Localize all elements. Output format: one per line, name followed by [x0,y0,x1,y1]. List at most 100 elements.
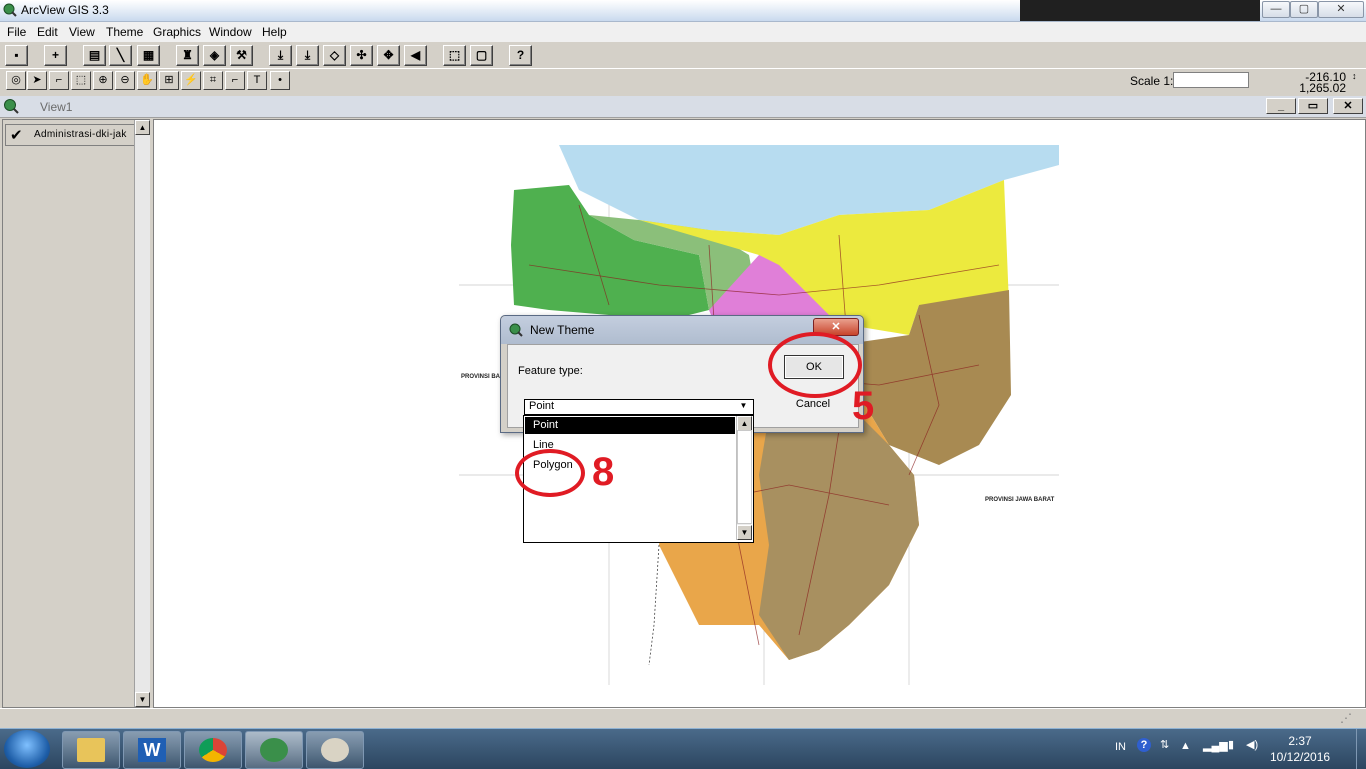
scroll-down-icon[interactable]: ▼ [135,692,150,707]
coordinate-y: 1,265.02 [1299,81,1346,95]
tray-arrows-icon[interactable]: ⇅ [1160,738,1169,751]
hot-link-icon[interactable]: ⚡ [181,71,201,90]
annotation-step-5: 5 [852,384,875,428]
menu-edit[interactable]: Edit [37,25,58,39]
dialog-arcview-icon [509,323,523,337]
show-hidden-icon[interactable]: ▲ [1180,740,1191,752]
view-minimize-button[interactable]: _ [1266,98,1296,114]
map-label-east: PROVINSI JAWA BARAT [985,497,1055,503]
dropdown-scrollbar[interactable]: ▲ ▼ [736,416,752,540]
annotation-ok-circle [768,332,862,398]
toc-scrollbar[interactable]: ▲ ▼ [134,120,150,707]
text-tool-icon[interactable]: T [247,71,267,90]
zoom-selected-icon[interactable]: ◇ [323,45,346,66]
taskbar: W IN ? ⇅ ▲ ▂▄▆ ▮ ◀) 2:37 10/12/2016 [0,728,1366,769]
chevron-down-icon[interactable]: ▼ [737,400,750,412]
help-icon[interactable]: ? [509,45,532,66]
menu-view[interactable]: View [69,25,95,39]
app-titlebar: ArcView GIS 3.3 — ▢ ✕ [0,0,1366,22]
view-close-button[interactable]: ✕ [1333,98,1363,114]
word-task[interactable]: W [123,731,181,769]
zoom-in-center-icon[interactable]: ✣ [350,45,373,66]
app-title: ArcView GIS 3.3 [21,3,109,17]
edit-legend-icon[interactable]: ╲ [109,45,132,66]
scroll-down-icon[interactable]: ▼ [737,525,752,540]
signal-icon[interactable]: ▂▄▆ [1203,739,1228,752]
scroll-up-icon[interactable]: ▲ [737,416,752,431]
boundary-line [648,544,660,666]
zoom-full-extent-icon[interactable]: ⤓ [269,45,292,66]
table-of-contents: ✔ Administrasi-dki-jak ▲ ▼ [2,119,150,708]
clear-selection-icon[interactable]: ▢ [470,45,493,66]
coord-arrows-icon: ↕ [1352,71,1357,81]
maximize-button[interactable]: ▢ [1290,1,1318,18]
scroll-thumb[interactable] [737,430,752,524]
locate-icon[interactable]: ◈ [203,45,226,66]
tool-bar: ◎ ➤ ⌐ ⬚ ⊕ ⊖ ✋ ⊞ ⚡ ⌗ ⌐ T • Scale 1: -216.… [0,69,1366,95]
menu-theme[interactable]: Theme [106,25,143,39]
label-icon[interactable]: ⌐ [225,71,245,90]
open-table-icon[interactable]: ▦ [137,45,160,66]
clock-date[interactable]: 10/12/2016 [1270,750,1330,764]
titlebar-dark-region [1020,0,1260,21]
annotation-step-8: 8 [592,450,615,494]
windows-start-icon[interactable] [4,730,50,768]
status-bar: ⋰ [0,708,1366,729]
chrome-icon [199,738,227,762]
explorer-task[interactable] [62,731,120,769]
arcview-icon [3,3,17,17]
select-features-icon[interactable]: ⬚ [443,45,466,66]
arcview-task[interactable] [245,731,303,769]
paint-icon [321,738,349,762]
show-desktop-button[interactable] [1356,729,1366,769]
view-title: View1 [40,100,73,114]
layer-name: Administrasi-dki-jak [34,129,127,140]
help-tray-icon[interactable]: ? [1137,738,1151,752]
area-of-interest-icon[interactable]: ⌗ [203,71,223,90]
resize-grip-icon[interactable]: ⋰ [1340,711,1352,725]
menu-window[interactable]: Window [209,25,252,39]
menu-graphics[interactable]: Graphics [153,25,201,39]
dialog-title: New Theme [530,323,595,337]
zoom-out-icon[interactable]: ⊖ [115,71,135,90]
battery-icon[interactable]: ▮ [1228,738,1234,751]
language-indicator[interactable]: IN [1115,741,1126,753]
theme-properties-icon[interactable]: ▤ [83,45,106,66]
volume-icon[interactable]: ◀) [1246,738,1258,751]
feature-type-select[interactable]: Point ▼ [524,399,754,415]
toc-layer-item[interactable]: ✔ Administrasi-dki-jak [5,124,135,146]
pan-icon[interactable]: ✋ [137,71,157,90]
menu-file[interactable]: File [7,25,26,39]
chrome-task[interactable] [184,731,242,769]
word-icon: W [138,738,166,762]
add-theme-icon[interactable]: + [44,45,67,66]
measure-icon[interactable]: ⊞ [159,71,179,90]
layer-visibility-checkbox[interactable]: ✔ [10,126,23,144]
close-button[interactable]: ✕ [1318,1,1364,18]
save-icon[interactable]: ▪ [5,45,28,66]
view-restore-button[interactable]: ▭ [1298,98,1328,114]
draw-point-icon[interactable]: • [270,71,290,90]
minimize-button[interactable]: — [1262,1,1290,18]
paint-task[interactable] [306,731,364,769]
vertex-edit-icon[interactable]: ⌐ [49,71,69,90]
zoom-out-center-icon[interactable]: ✥ [377,45,400,66]
feature-type-label: Feature type: [518,365,583,377]
menu-bar: File Edit View Theme Graphics Window Hel… [0,22,1366,43]
find-icon[interactable]: ♜ [176,45,199,66]
zoom-active-themes-icon[interactable]: ⤓ [296,45,319,66]
identify-icon[interactable]: ◎ [6,71,26,90]
option-point[interactable]: Point [525,417,735,434]
feature-type-selected: Point [529,400,555,412]
select-feature-tool-icon[interactable]: ⬚ [71,71,91,90]
view-icon [4,99,19,114]
scroll-up-icon[interactable]: ▲ [135,120,150,135]
clock-time[interactable]: 2:37 [1270,734,1330,748]
pointer-icon[interactable]: ➤ [27,71,47,90]
scale-input[interactable] [1173,72,1249,88]
query-builder-icon[interactable]: ⚒ [230,45,253,66]
zoom-in-icon[interactable]: ⊕ [93,71,113,90]
zoom-previous-icon[interactable]: ◀ [404,45,427,66]
annotation-polygon-circle [515,449,585,497]
menu-help[interactable]: Help [262,25,287,39]
